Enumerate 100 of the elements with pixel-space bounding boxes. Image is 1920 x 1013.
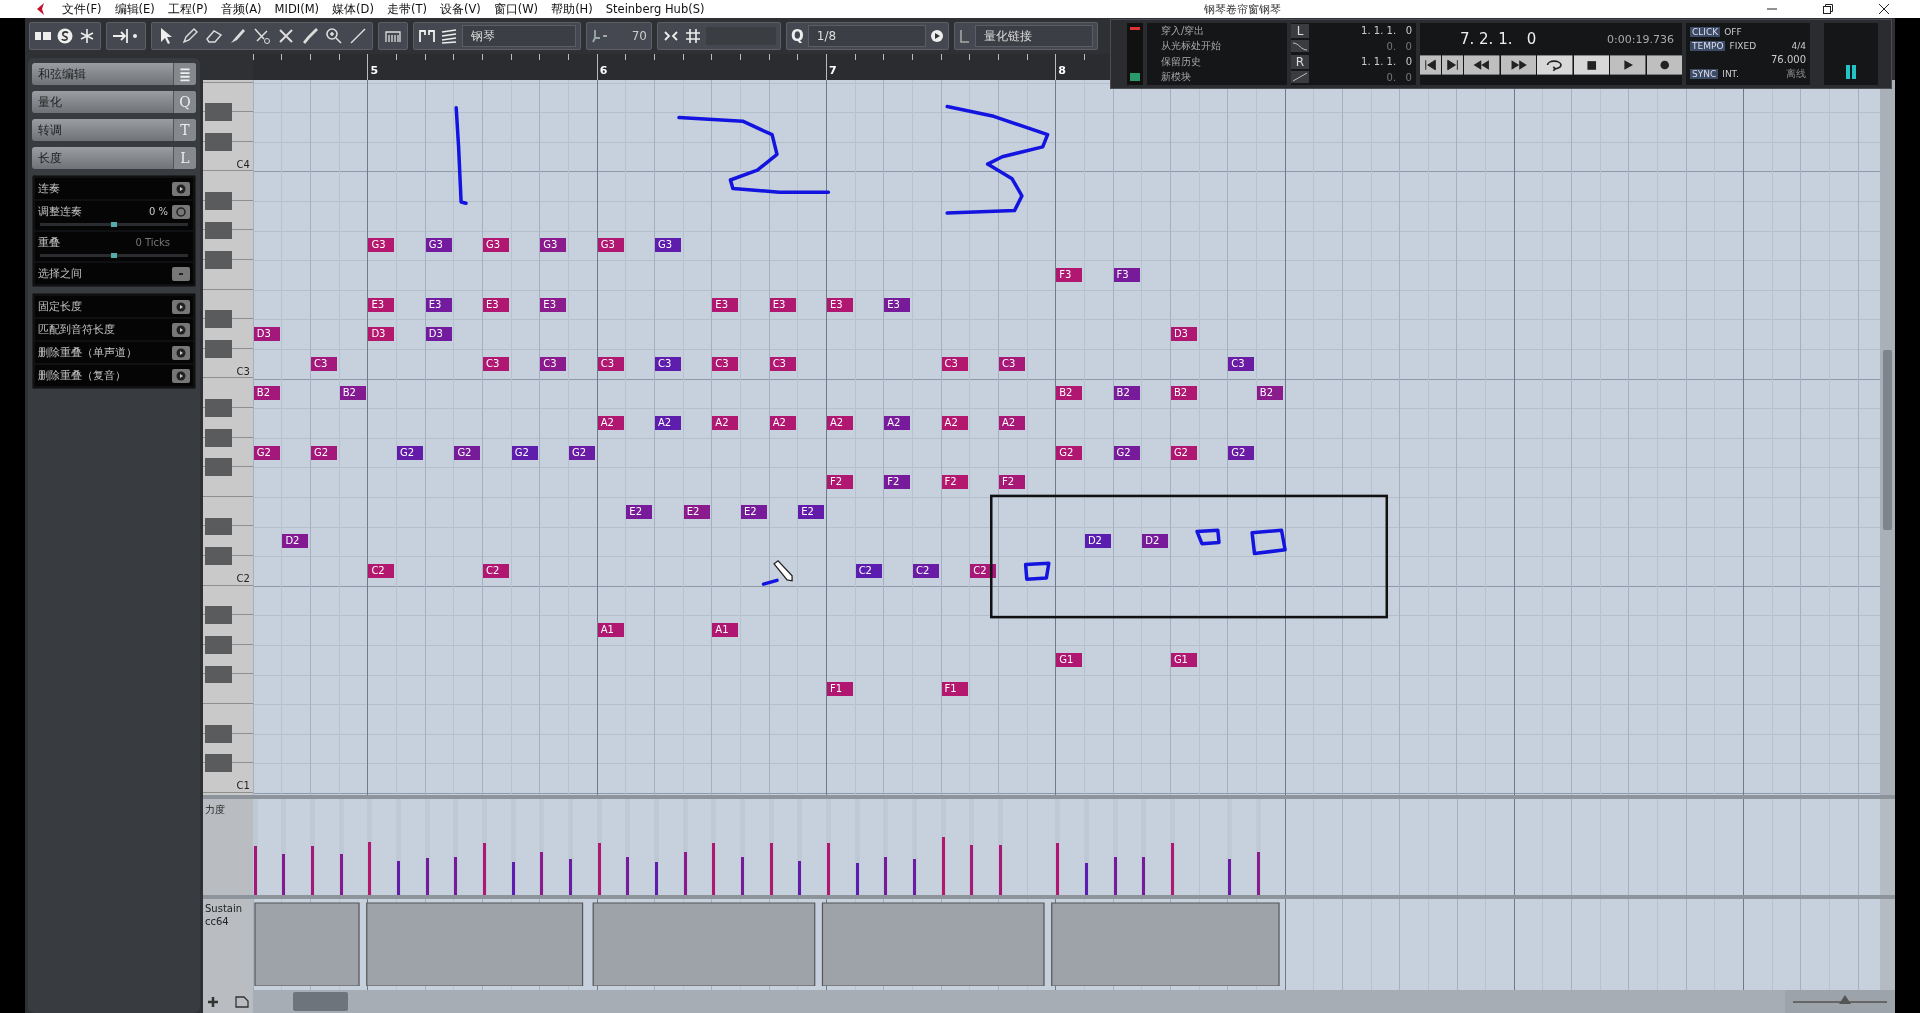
sharp-key[interactable] — [205, 517, 232, 536]
grid-icon[interactable] — [684, 27, 702, 45]
sharp-key[interactable] — [205, 428, 232, 447]
stop-button[interactable] — [1573, 55, 1610, 75]
velocity-bar[interactable] — [1228, 859, 1232, 895]
midi-note[interactable]: F1 — [826, 682, 853, 697]
controller-lane[interactable] — [252, 899, 1881, 990]
velocity-bar[interactable] — [511, 862, 515, 895]
note-grid[interactable] — [252, 80, 1881, 795]
velocity-bar[interactable] — [1142, 856, 1146, 895]
start-button[interactable] — [1420, 55, 1442, 75]
midi-note[interactable]: E3 — [884, 297, 911, 312]
midi-note[interactable]: B2 — [1170, 386, 1197, 401]
velocity-bar[interactable] — [454, 856, 458, 895]
quantize-link-dropdown[interactable]: 量化链接 — [974, 25, 1093, 47]
lane-preset-icon[interactable] — [234, 995, 249, 1008]
menu-item[interactable]: 窗口(W) — [493, 1, 539, 17]
end-button[interactable] — [1442, 55, 1464, 75]
menu-item[interactable]: 工程(P) — [167, 1, 208, 17]
velocity-bar[interactable] — [1256, 851, 1260, 895]
velocity-bar[interactable] — [998, 845, 1002, 895]
lane-scrollbar[interactable] — [1880, 899, 1895, 990]
midi-note[interactable]: G2 — [1056, 445, 1083, 460]
midi-note[interactable]: E3 — [540, 297, 567, 312]
midi-note[interactable]: G3 — [425, 238, 452, 253]
velocity-bar[interactable] — [540, 851, 544, 895]
reset-icon[interactable] — [172, 204, 190, 219]
midi-note[interactable]: D2 — [1142, 534, 1169, 549]
punch-option[interactable]: 保留历史 — [1161, 54, 1287, 69]
midi-note[interactable]: C3 — [483, 356, 510, 371]
inspector-section-header[interactable]: 长度 L — [32, 147, 196, 169]
lane-scrollbar[interactable] — [1880, 799, 1895, 895]
velocity-bar[interactable] — [941, 837, 945, 895]
midi-note[interactable]: D3 — [1170, 327, 1197, 342]
menu-item[interactable]: Steinberg Hub(S) — [605, 1, 705, 17]
midi-note[interactable]: B2 — [1113, 386, 1140, 401]
velocity-bar[interactable] — [569, 859, 573, 895]
midi-note[interactable]: E2 — [741, 504, 767, 519]
corner-icon[interactable] — [958, 28, 971, 44]
velocity-bar[interactable] — [1084, 863, 1088, 895]
line-tool-icon[interactable] — [348, 26, 368, 46]
velocity-bar[interactable] — [483, 843, 487, 895]
velocity-field[interactable]: 70 — [613, 29, 647, 43]
midi-note[interactable]: F2 — [941, 475, 968, 490]
midi-note[interactable]: C2 — [855, 563, 882, 578]
midi-note[interactable]: G3 — [540, 238, 567, 253]
midi-note[interactable]: B2 — [339, 386, 366, 401]
time-display[interactable]: 0:00:19.736 — [1607, 32, 1674, 46]
slider-track[interactable] — [40, 254, 188, 257]
midi-note[interactable]: A2 — [941, 415, 968, 430]
inspector-section-header[interactable]: 转调 T — [32, 119, 196, 141]
inspector-section-header[interactable]: 量化 Q — [32, 91, 196, 113]
slider-thumb[interactable] — [111, 222, 117, 227]
velocity-bar[interactable] — [597, 843, 601, 895]
rewind-button[interactable] — [1464, 55, 1500, 75]
add-lane-icon[interactable] — [207, 995, 219, 1008]
midi-note[interactable]: G1 — [1170, 652, 1197, 667]
midi-note[interactable]: C3 — [998, 356, 1025, 371]
velocity-bar[interactable] — [253, 846, 257, 895]
velocity-bar[interactable] — [282, 853, 286, 895]
midi-note[interactable]: A2 — [769, 415, 796, 430]
midi-note[interactable]: F1 — [941, 682, 968, 697]
click-label[interactable]: CLICK — [1690, 26, 1721, 37]
inspector-section-header[interactable]: 和弦编辑 — [32, 63, 196, 85]
midi-note[interactable]: G2 — [253, 445, 280, 460]
midi-note[interactable]: E2 — [626, 504, 653, 519]
play-button[interactable] — [1610, 55, 1646, 75]
velocity-bar[interactable] — [769, 843, 773, 895]
midi-note[interactable]: A1 — [712, 623, 739, 638]
midi-note[interactable]: A2 — [884, 415, 911, 430]
midi-note[interactable]: E3 — [826, 297, 853, 312]
menu-item[interactable]: 设备(V) — [439, 1, 481, 17]
menu-item[interactable]: 编辑(E) — [114, 1, 155, 17]
sharp-key[interactable] — [205, 754, 232, 773]
midi-note[interactable]: C3 — [311, 356, 338, 371]
midi-note[interactable]: C3 — [597, 356, 624, 371]
menu-item[interactable]: 文件(F) — [62, 1, 102, 17]
midi-note[interactable]: F2 — [998, 475, 1025, 490]
midi-note[interactable]: G2 — [1113, 445, 1140, 460]
vertical-scrollbar[interactable] — [1880, 80, 1895, 795]
menu-item[interactable]: 帮助(H) — [551, 1, 593, 17]
punch-option[interactable]: 从光标处开始 — [1161, 39, 1287, 54]
menu-item[interactable]: 音频(A) — [220, 1, 262, 17]
midi-note[interactable]: G2 — [1170, 445, 1197, 460]
sharp-key[interactable] — [205, 724, 232, 743]
midi-note[interactable]: E3 — [712, 297, 739, 312]
midi-note[interactable]: B2 — [1056, 386, 1083, 401]
velocity-bar[interactable] — [1113, 856, 1117, 895]
instrument-dropdown[interactable]: 钢琴 — [462, 25, 576, 47]
midi-note[interactable]: A1 — [597, 623, 624, 638]
midi-note[interactable]: G2 — [569, 445, 595, 460]
midi-note[interactable]: G3 — [655, 238, 681, 253]
velocity-bar[interactable] — [855, 863, 859, 895]
velocity-bar[interactable] — [798, 861, 802, 895]
menu-item[interactable]: 媒体(D) — [332, 1, 374, 17]
midi-note[interactable]: C2 — [368, 563, 395, 578]
midi-note[interactable]: F2 — [884, 475, 911, 490]
velocity-bar[interactable] — [826, 843, 830, 895]
midi-note[interactable]: G1 — [1056, 652, 1083, 667]
midi-note[interactable]: C2 — [912, 563, 939, 578]
